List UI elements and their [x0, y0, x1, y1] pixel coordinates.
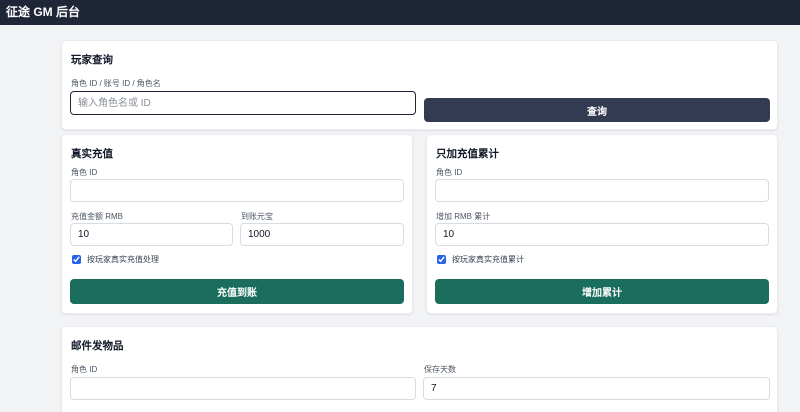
app-title-bar: 征途 GM 后台 [0, 0, 800, 25]
add-total-checkbox-label: 按玩家真实充值累计 [452, 255, 524, 264]
total-amount-label: 增加 RMB 累计 [436, 212, 491, 221]
mail-role-id-field[interactable] [70, 377, 416, 400]
yuanbao-field[interactable] [240, 223, 404, 246]
app-title: 征途 GM 后台 [6, 5, 80, 19]
total-amount-field[interactable] [435, 223, 769, 246]
keep-days-field[interactable] [423, 377, 770, 400]
add-total-button[interactable]: 增加累计 [435, 279, 769, 304]
player-query-title: 玩家查询 [71, 54, 113, 66]
recharge-amount-field[interactable] [70, 223, 233, 246]
real-recharge-title: 真实充值 [71, 148, 113, 160]
role-id-label: 角色 ID [71, 168, 98, 177]
add-total-title: 只加充值累计 [436, 148, 499, 160]
real-recharge-checkbox-row[interactable]: 按玩家真实充值处理 [72, 254, 159, 265]
real-recharge-checkbox-label: 按玩家真实充值处理 [87, 255, 159, 264]
player-query-card: 玩家查询 角色 ID / 账号 ID / 角色名 查询 [61, 40, 778, 130]
yuanbao-label: 到账元宝 [241, 212, 273, 221]
mail-items-title: 邮件发物品 [71, 340, 124, 352]
total-role-id-label: 角色 ID [436, 168, 463, 177]
real-recharge-checkbox[interactable] [72, 255, 81, 264]
total-role-id-field[interactable] [435, 179, 769, 202]
keep-days-label: 保存天数 [424, 365, 456, 374]
add-total-checkbox[interactable] [437, 255, 446, 264]
add-total-checkbox-row[interactable]: 按玩家真实充值累计 [437, 254, 524, 265]
player-query-label: 角色 ID / 账号 ID / 角色名 [71, 79, 161, 88]
query-button[interactable]: 查询 [424, 98, 770, 122]
mail-role-id-label: 角色 ID [71, 365, 98, 374]
mail-items-card: 邮件发物品 角色 ID 保存天数 [61, 326, 778, 412]
role-id-field[interactable] [70, 179, 404, 202]
player-search-input[interactable] [70, 91, 416, 115]
recharge-submit-button[interactable]: 充值到账 [70, 279, 404, 304]
add-total-card: 只加充值累计 角色 ID 增加 RMB 累计 按玩家真实充值累计 增加累计 [426, 134, 778, 314]
recharge-amount-label: 充值金额 RMB [71, 212, 123, 221]
real-recharge-card: 真实充值 角色 ID 充值金额 RMB 到账元宝 按玩家真实充值处理 充值到账 [61, 134, 413, 314]
